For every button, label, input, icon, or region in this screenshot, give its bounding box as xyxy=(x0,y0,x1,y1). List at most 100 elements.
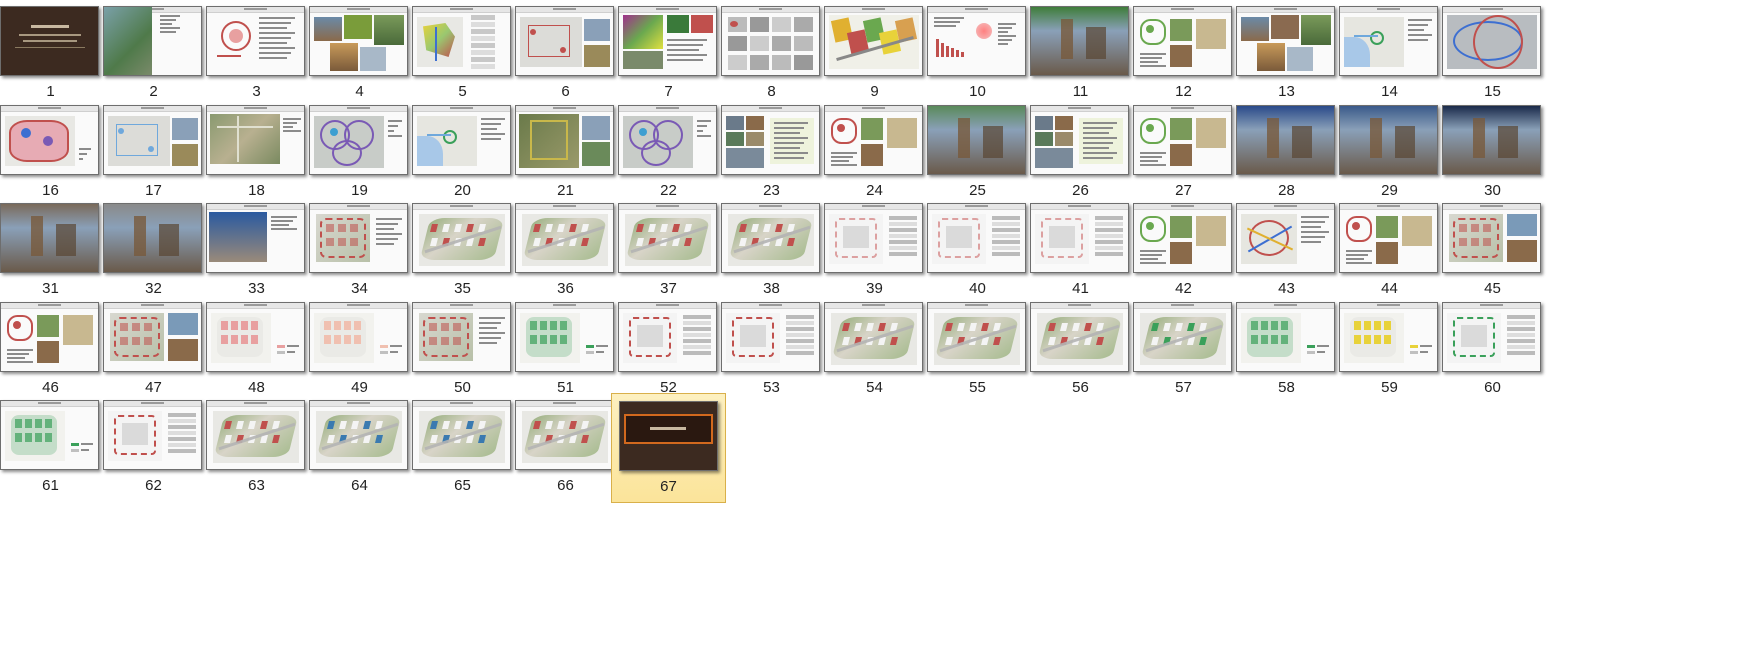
slide-thumbnail-image[interactable] xyxy=(721,301,820,372)
slide-thumbnail-image[interactable] xyxy=(1030,301,1129,372)
slide-thumbnail-item[interactable]: 7 xyxy=(611,0,726,109)
slide-thumbnail-image[interactable] xyxy=(309,6,408,76)
slide-thumbnail-item[interactable]: 29 xyxy=(1332,98,1447,208)
slide-thumbnail-item[interactable]: 63 xyxy=(199,393,314,503)
slide-thumbnail-image[interactable] xyxy=(206,104,305,175)
slide-thumbnail-image[interactable] xyxy=(0,301,99,372)
slide-thumbnail-item[interactable]: 48 xyxy=(199,295,314,405)
slide-thumbnail-image[interactable] xyxy=(1339,6,1438,76)
slide-thumbnail-item[interactable]: 52 xyxy=(611,295,726,405)
slide-thumbnail-image[interactable] xyxy=(721,203,820,273)
slide-thumbnail-image[interactable] xyxy=(0,6,99,76)
slide-thumbnail-item[interactable]: 24 xyxy=(817,98,932,208)
slide-thumbnail-item[interactable]: 54 xyxy=(817,295,932,405)
slide-thumbnail-item[interactable]: 12 xyxy=(1126,0,1241,109)
slide-thumbnail-image[interactable] xyxy=(206,400,305,470)
slide-thumbnail-image[interactable] xyxy=(1236,6,1335,76)
slide-thumbnail-image[interactable] xyxy=(1133,301,1232,372)
slide-thumbnail-image[interactable] xyxy=(103,203,202,273)
slide-thumbnail-image[interactable] xyxy=(1442,301,1541,372)
slide-thumbnail-image[interactable] xyxy=(309,301,408,372)
slide-thumbnail-item[interactable]: 62 xyxy=(96,393,211,503)
slide-thumbnail-image[interactable] xyxy=(412,400,511,470)
slide-thumbnail-item[interactable]: 25 xyxy=(920,98,1035,208)
slide-thumbnail-item[interactable]: 33 xyxy=(199,196,314,306)
slide-thumbnail-image[interactable] xyxy=(103,6,202,76)
slide-thumbnail-item[interactable]: 21 xyxy=(508,98,623,208)
slide-thumbnail-item[interactable]: 60 xyxy=(1435,295,1550,405)
slide-thumbnail-image[interactable] xyxy=(1030,6,1129,76)
slide-thumbnail-item[interactable]: 11 xyxy=(1023,0,1138,109)
slide-thumbnail-image[interactable] xyxy=(309,400,408,470)
slide-thumbnail-image[interactable] xyxy=(1236,203,1335,273)
slide-thumbnail-item-selected[interactable]: 67 xyxy=(611,393,726,503)
slide-thumbnail-image[interactable] xyxy=(0,104,99,175)
slide-thumbnail-item[interactable]: 46 xyxy=(0,295,108,405)
slide-thumbnail-image[interactable] xyxy=(1133,104,1232,175)
slide-thumbnail-image[interactable] xyxy=(412,301,511,372)
slide-thumbnail-item[interactable]: 38 xyxy=(714,196,829,306)
slide-thumbnail-item[interactable]: 41 xyxy=(1023,196,1138,306)
slide-thumbnail-image[interactable] xyxy=(1133,203,1232,273)
slide-thumbnail-image[interactable] xyxy=(515,301,614,372)
slide-thumbnail-item[interactable]: 28 xyxy=(1229,98,1344,208)
slide-thumbnail-image[interactable] xyxy=(515,104,614,175)
slide-thumbnail-image[interactable] xyxy=(309,203,408,273)
slide-thumbnail-item[interactable]: 51 xyxy=(508,295,623,405)
slide-thumbnail-item[interactable]: 50 xyxy=(405,295,520,405)
slide-thumbnail-item[interactable]: 58 xyxy=(1229,295,1344,405)
slide-thumbnail-image[interactable] xyxy=(412,6,511,76)
slide-thumbnail-image[interactable] xyxy=(515,6,614,76)
slide-thumbnail-item[interactable]: 26 xyxy=(1023,98,1138,208)
slide-thumbnail-image[interactable] xyxy=(927,203,1026,273)
slide-thumbnail-item[interactable]: 32 xyxy=(96,196,211,306)
slide-thumbnail-item[interactable]: 34 xyxy=(302,196,417,306)
slide-thumbnail-item[interactable]: 27 xyxy=(1126,98,1241,208)
slide-thumbnail-item[interactable]: 16 xyxy=(0,98,108,208)
slide-thumbnail-item[interactable]: 56 xyxy=(1023,295,1138,405)
slide-thumbnail-item[interactable]: 2 xyxy=(96,0,211,109)
slide-thumbnail-image[interactable] xyxy=(1236,104,1335,175)
slide-thumbnail-item[interactable]: 9 xyxy=(817,0,932,109)
slide-thumbnail-item[interactable]: 20 xyxy=(405,98,520,208)
slide-thumbnail-item[interactable]: 35 xyxy=(405,196,520,306)
slide-thumbnail-item[interactable]: 43 xyxy=(1229,196,1344,306)
slide-thumbnail-item[interactable]: 6 xyxy=(508,0,623,109)
slide-thumbnail-item[interactable]: 31 xyxy=(0,196,108,306)
slide-thumbnail-item[interactable]: 17 xyxy=(96,98,211,208)
slide-thumbnail-item[interactable]: 3 xyxy=(199,0,314,109)
slide-thumbnail-item[interactable]: 23 xyxy=(714,98,829,208)
slide-thumbnail-item[interactable]: 40 xyxy=(920,196,1035,306)
slide-thumbnail-image[interactable] xyxy=(1030,203,1129,273)
slide-thumbnail-image[interactable] xyxy=(206,203,305,273)
slide-thumbnail-image[interactable] xyxy=(618,6,717,76)
slide-thumbnail-image[interactable] xyxy=(103,400,202,470)
slide-thumbnail-image[interactable] xyxy=(927,104,1026,175)
slide-thumbnail-image[interactable] xyxy=(515,203,614,273)
slide-thumbnail-image[interactable] xyxy=(412,104,511,175)
slide-thumbnail-item[interactable]: 57 xyxy=(1126,295,1241,405)
slide-thumbnail-item[interactable]: 4 xyxy=(302,0,417,109)
slide-thumbnail-image[interactable] xyxy=(824,6,923,76)
slide-thumbnail-item[interactable]: 42 xyxy=(1126,196,1241,306)
slide-thumbnail-item[interactable]: 10 xyxy=(920,0,1035,109)
slide-thumbnail-item[interactable]: 65 xyxy=(405,393,520,503)
slide-thumbnail-item[interactable]: 44 xyxy=(1332,196,1447,306)
slide-thumbnail-image[interactable] xyxy=(1442,203,1541,273)
slide-thumbnail-image[interactable] xyxy=(515,400,614,470)
slide-thumbnail-image[interactable] xyxy=(824,301,923,372)
slide-thumbnail-item[interactable]: 55 xyxy=(920,295,1035,405)
slide-thumbnail-image[interactable] xyxy=(412,203,511,273)
slide-thumbnail-item[interactable]: 66 xyxy=(508,393,623,503)
slide-thumbnail-image[interactable] xyxy=(1339,104,1438,175)
slide-thumbnail-item[interactable]: 37 xyxy=(611,196,726,306)
slide-thumbnail-image[interactable] xyxy=(927,301,1026,372)
slide-thumbnail-item[interactable]: 45 xyxy=(1435,196,1550,306)
slide-thumbnail-image[interactable] xyxy=(0,203,99,273)
slide-thumbnail-image[interactable] xyxy=(103,104,202,175)
slide-thumbnail-image[interactable] xyxy=(927,6,1026,76)
slide-thumbnail-image[interactable] xyxy=(1236,301,1335,372)
slide-thumbnail-item[interactable]: 59 xyxy=(1332,295,1447,405)
slide-thumbnail-image[interactable] xyxy=(1442,6,1541,76)
slide-thumbnail-item[interactable]: 15 xyxy=(1435,0,1550,109)
